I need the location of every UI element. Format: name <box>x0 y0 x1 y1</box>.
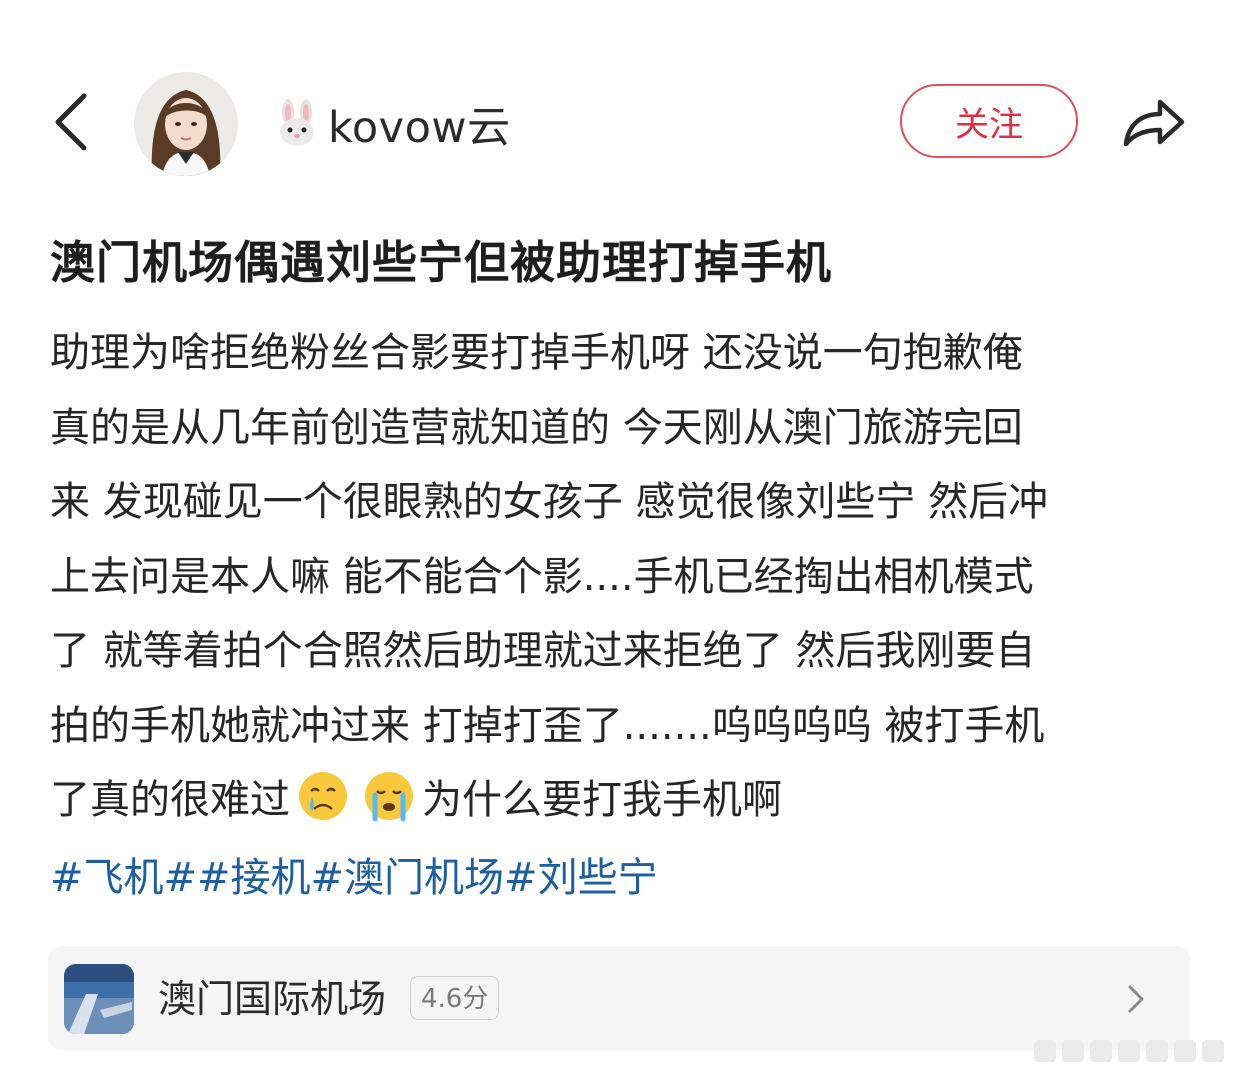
post-body-line: 了 就等着拍个合照然后助理就过来拒绝了 然后我刚要自 <box>50 628 1036 674</box>
chevron-right-icon <box>1128 985 1144 1013</box>
crying-face-emoji <box>365 772 413 822</box>
post-body-line-last: 了真的很难过 为什么要打我手机啊 <box>50 763 1200 838</box>
post-title: 澳门机场偶遇刘些宁但被助理打掉手机 <box>50 236 833 289</box>
location-score-badge: 4.6分 <box>410 976 500 1020</box>
username-label: kovow云 <box>328 103 511 153</box>
share-button[interactable] <box>1118 90 1190 154</box>
post-body-text: 为什么要打我手机啊 <box>422 777 782 823</box>
post-body-text: 了真的很难过 <box>50 777 290 823</box>
hashtag-row: #飞机##接机#澳门机场#刘些宁 <box>50 848 658 908</box>
watermark <box>1034 1040 1224 1062</box>
post-body-line: 真的是从几年前创造营就知道的 今天刚从澳门旅游完回 <box>50 404 1023 451</box>
username[interactable]: kovow云 <box>272 98 511 153</box>
post-body-line: 上去问是本人嘛 能不能合个影....手机已经掏出相机模式 <box>50 553 1034 600</box>
post-body-line: 来 发现碰见一个很眼熟的女孩子 感觉很像刘些宁 然后冲 <box>50 479 1049 525</box>
crying-face-emoji <box>299 772 347 820</box>
hashtag-link[interactable]: #接机# <box>197 855 344 901</box>
post-body: 助理为啥拒绝粉丝合影要打掉手机呀 还没说一句抱歉俺 真的是从几年前创造营就知道的… <box>50 316 1200 838</box>
location-thumbnail <box>64 964 134 1034</box>
avatar-image <box>134 72 238 176</box>
follow-button[interactable]: 关注 <box>900 84 1078 158</box>
back-button[interactable] <box>44 90 100 154</box>
post-body-line: 助理为啥拒绝粉丝合影要打掉手机呀 还没说一句抱歉俺 <box>50 330 1023 376</box>
post-body-line: 拍的手机她就冲过来 打掉打歪了.......呜呜呜呜 被打手机 <box>50 702 1045 749</box>
chevron-left-icon <box>55 93 87 151</box>
hashtag-link[interactable]: 刘些宁 <box>538 855 658 901</box>
avatar[interactable] <box>134 72 238 176</box>
rabbit-face-emoji <box>280 99 314 146</box>
hashtag-link[interactable]: 澳门机场# <box>344 855 538 901</box>
share-arrow-icon <box>1123 99 1185 147</box>
location-card[interactable]: 澳门国际机场 4.6分 <box>48 946 1190 1050</box>
location-name: 澳门国际机场 <box>158 977 387 1021</box>
airplane-window-image <box>64 964 134 1034</box>
post-header: kovow云 关注 <box>0 60 1238 190</box>
hashtag-link[interactable]: #飞机# <box>50 855 197 901</box>
